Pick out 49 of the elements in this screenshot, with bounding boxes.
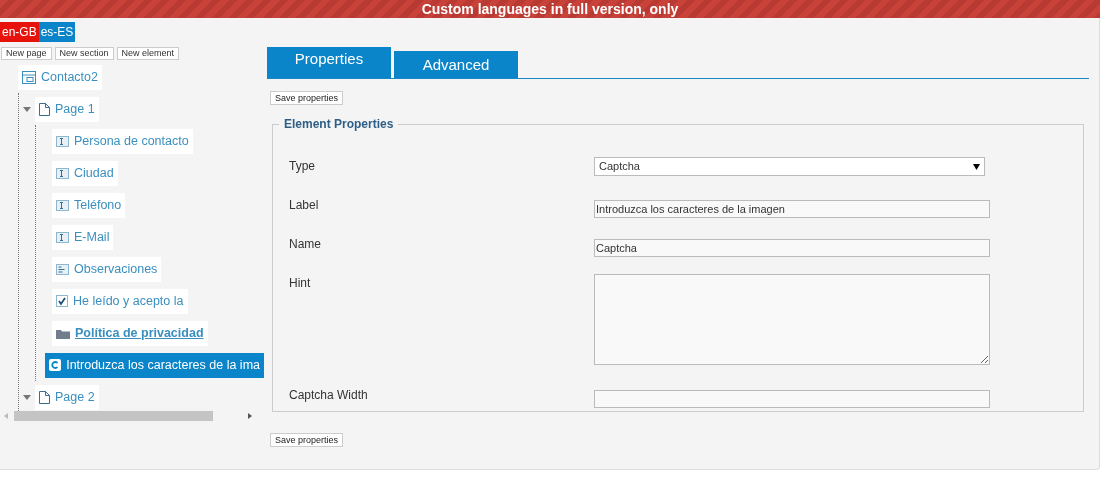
scroll-left-icon[interactable] <box>2 412 10 420</box>
toolbar-button[interactable]: New page <box>1 47 52 60</box>
banner-text: Custom languages in full version, only <box>421 1 679 18</box>
toolbar-button[interactable]: New element <box>116 47 180 60</box>
caret-down-icon[interactable] <box>23 105 31 113</box>
text-field-icon <box>56 199 69 211</box>
page-icon <box>39 390 50 404</box>
save-button[interactable]: Save properties <box>270 433 344 447</box>
text-field-icon <box>56 231 69 243</box>
save-button[interactable]: Save properties <box>270 91 344 105</box>
text-area-icon <box>56 263 69 275</box>
tree-item[interactable]: Introduzca los caracteres de la ima <box>45 352 264 378</box>
page-icon <box>39 102 50 116</box>
dropdown-arrow-icon <box>973 163 980 170</box>
tree-item[interactable]: Ciudad <box>52 160 118 186</box>
tree-item[interactable]: Política de privacidad <box>52 320 208 346</box>
folder-icon <box>56 327 70 339</box>
tree-item[interactable]: Contacto2 <box>18 64 102 90</box>
tree-item[interactable]: Page 1 <box>35 96 99 122</box>
field-label: Captcha Width <box>288 387 369 404</box>
panel-legend: Element Properties <box>279 115 399 133</box>
horizontal-scrollbar[interactable] <box>2 410 254 422</box>
tab[interactable]: Properties <box>267 47 391 78</box>
type-dropdown[interactable]: Captcha <box>594 157 985 176</box>
tab[interactable]: Advanced <box>394 51 518 78</box>
field-label: Type <box>288 158 316 175</box>
language-tab[interactable]: en-GB <box>0 22 39 42</box>
tree-item[interactable]: Teléfono <box>52 192 126 218</box>
tree-item[interactable]: He leído y acepto la <box>52 288 188 314</box>
field-label: Hint <box>288 275 312 292</box>
captcha-icon <box>49 359 62 371</box>
text-field[interactable]: Introduzca los caracteres de la imagen <box>594 200 990 218</box>
tree-item[interactable]: Persona de contacto <box>52 128 193 154</box>
checkbox-icon <box>56 295 68 307</box>
hint-textarea[interactable] <box>594 274 990 365</box>
text-field-icon <box>56 135 69 147</box>
tree-item[interactable]: E-Mail <box>52 224 114 250</box>
text-field[interactable]: Captcha <box>594 239 990 257</box>
language-tab[interactable]: es-ES <box>38 22 76 42</box>
tree-item[interactable]: Page 2 <box>35 384 99 410</box>
toolbar-button[interactable]: New section <box>54 47 114 60</box>
field-label: Name <box>288 236 322 253</box>
text-field-icon <box>56 167 69 179</box>
tree-item[interactable]: Observaciones <box>52 256 162 282</box>
form-icon <box>22 70 36 84</box>
field-label: Label <box>288 197 320 214</box>
caret-down-icon[interactable] <box>23 393 31 401</box>
scroll-right-icon[interactable] <box>246 412 254 420</box>
text-field[interactable] <box>594 390 990 408</box>
